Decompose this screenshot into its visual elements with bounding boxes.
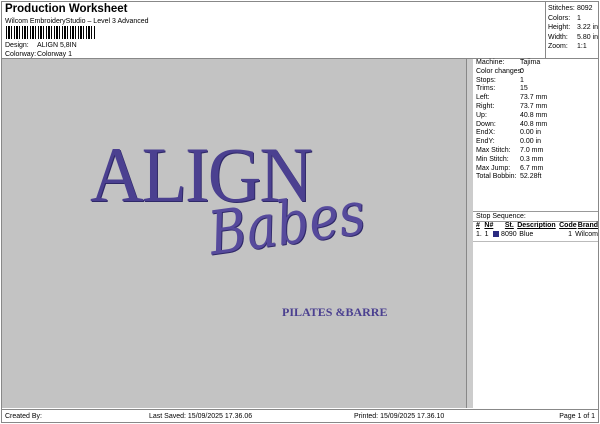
machine-value: 15	[520, 85, 528, 93]
machine-key: Stops:	[476, 76, 496, 84]
machine-row: Trims: 15	[476, 85, 600, 94]
stat-colors: Colors: 1	[548, 14, 581, 22]
machine-key: EndY:	[476, 138, 495, 146]
divider	[473, 241, 598, 242]
machine-value: 73.7 mm	[520, 102, 548, 110]
created-by: Created By:	[5, 413, 42, 420]
table-row[interactable]: 1. 1 8090 Blue 1 Wilcom	[476, 230, 598, 239]
design-stats: Stitches: 8092 Colors: 1 Height: 3.22 in Wi…	[545, 2, 598, 59]
table-header: # N# St. Description Code Brand	[476, 222, 598, 229]
machine-key: Max Jump:	[476, 164, 511, 172]
machine-value: 1	[520, 76, 524, 84]
colorway-label: Colorway:	[5, 51, 37, 58]
machine-key: Up:	[476, 111, 487, 119]
machine-key: Total Bobbin:	[476, 173, 517, 181]
machine-row: EndX: 0.00 in	[476, 129, 600, 138]
machine-key: Trims:	[476, 85, 496, 93]
design-row: Design: ALIGN 5,8IN	[5, 42, 77, 49]
machine-row: Max Jump: 6.7 mm	[476, 165, 600, 174]
footer: Created By: Last Saved: 15/09/2025 17.36…	[2, 409, 598, 422]
barcode	[6, 26, 96, 39]
machine-row: Stops: 1	[476, 77, 600, 86]
machine-key: Max Stitch:	[476, 146, 511, 154]
machine-key: Down:	[476, 120, 496, 128]
machine-row: EndY: 0.00 in	[476, 138, 600, 147]
machine-row: Down: 40.8 mm	[476, 121, 600, 130]
machine-value: 40.8 mm	[520, 111, 548, 119]
stat-width: Width: 5.80 in	[548, 33, 599, 41]
software-name: Wilcom EmbroideryStudio – Level 3 Advanc…	[5, 18, 149, 25]
machine-value: 7.0 mm	[520, 146, 544, 154]
machine-row: Up: 40.8 mm	[476, 112, 600, 121]
machine-value: 0.00 in	[520, 129, 542, 137]
worksheet-header: Production Worksheet Wilcom EmbroiderySt…	[2, 2, 545, 59]
machine-row: Left: 73.7 mm	[476, 94, 600, 103]
machine-value: 73.7 mm	[520, 94, 548, 102]
stat-height: Height: 3.22 in	[548, 24, 599, 32]
color-swatch	[493, 231, 500, 237]
machine-row: Machine: Tajima	[476, 59, 600, 68]
machine-key: Right:	[476, 102, 495, 110]
design-label: Design:	[5, 42, 29, 49]
colorway-row: Colorway:Colorway 1	[5, 51, 72, 58]
machine-row: Total Bobbin: 52.28ft	[476, 173, 600, 182]
colorway-value: Colorway 1	[37, 51, 73, 58]
stat-stitches: Stitches: 8092	[548, 5, 593, 12]
machine-value: 0.00 in	[520, 138, 542, 146]
design-value: ALIGN 5,8IN	[37, 42, 77, 49]
machine-value: 6.7 mm	[520, 164, 544, 172]
machine-value: 40.8 mm	[520, 120, 548, 128]
machine-row: Color changes:0	[476, 68, 600, 77]
machine-row: Min Stitch: 0.3 mm	[476, 156, 600, 165]
machine-value: 0	[520, 67, 524, 75]
stat-zoom: Zoom: 1:1	[548, 43, 587, 51]
machine-key: Color changes:	[476, 67, 524, 75]
machine-key: Left:	[476, 94, 490, 102]
last-saved: Last Saved: 15/09/2025 17.36.06	[149, 413, 253, 420]
machine-value: 0.3 mm	[520, 155, 544, 163]
machine-row: Right: 73.7 mm	[476, 103, 600, 112]
page-number: Page 1 of 1	[559, 413, 595, 420]
page-title: Production Worksheet	[5, 3, 128, 15]
machine-info: Machine: Tajima Color changes:0 Stops: 1 Trim…	[476, 59, 600, 182]
machine-key: Machine:	[476, 59, 505, 66]
machine-key: Min Stitch:	[476, 155, 509, 163]
machine-key: EndX:	[476, 129, 496, 137]
design-lettering-pilates: PILATES &BARRE	[282, 305, 388, 319]
machine-row: Max Stitch: 7.0 mm	[476, 147, 600, 156]
machine-value: 52.28ft	[520, 173, 542, 181]
machine-value: Tajima	[520, 59, 541, 66]
printed-date: Printed: 15/09/2025 17.36.10	[354, 413, 445, 420]
machine-panel: Machine: Tajima Color changes:0 Stops: 1 Trim…	[467, 59, 598, 408]
stop-sequence-table: # N# St. Description Code Brand 1. 1 809…	[473, 221, 598, 239]
